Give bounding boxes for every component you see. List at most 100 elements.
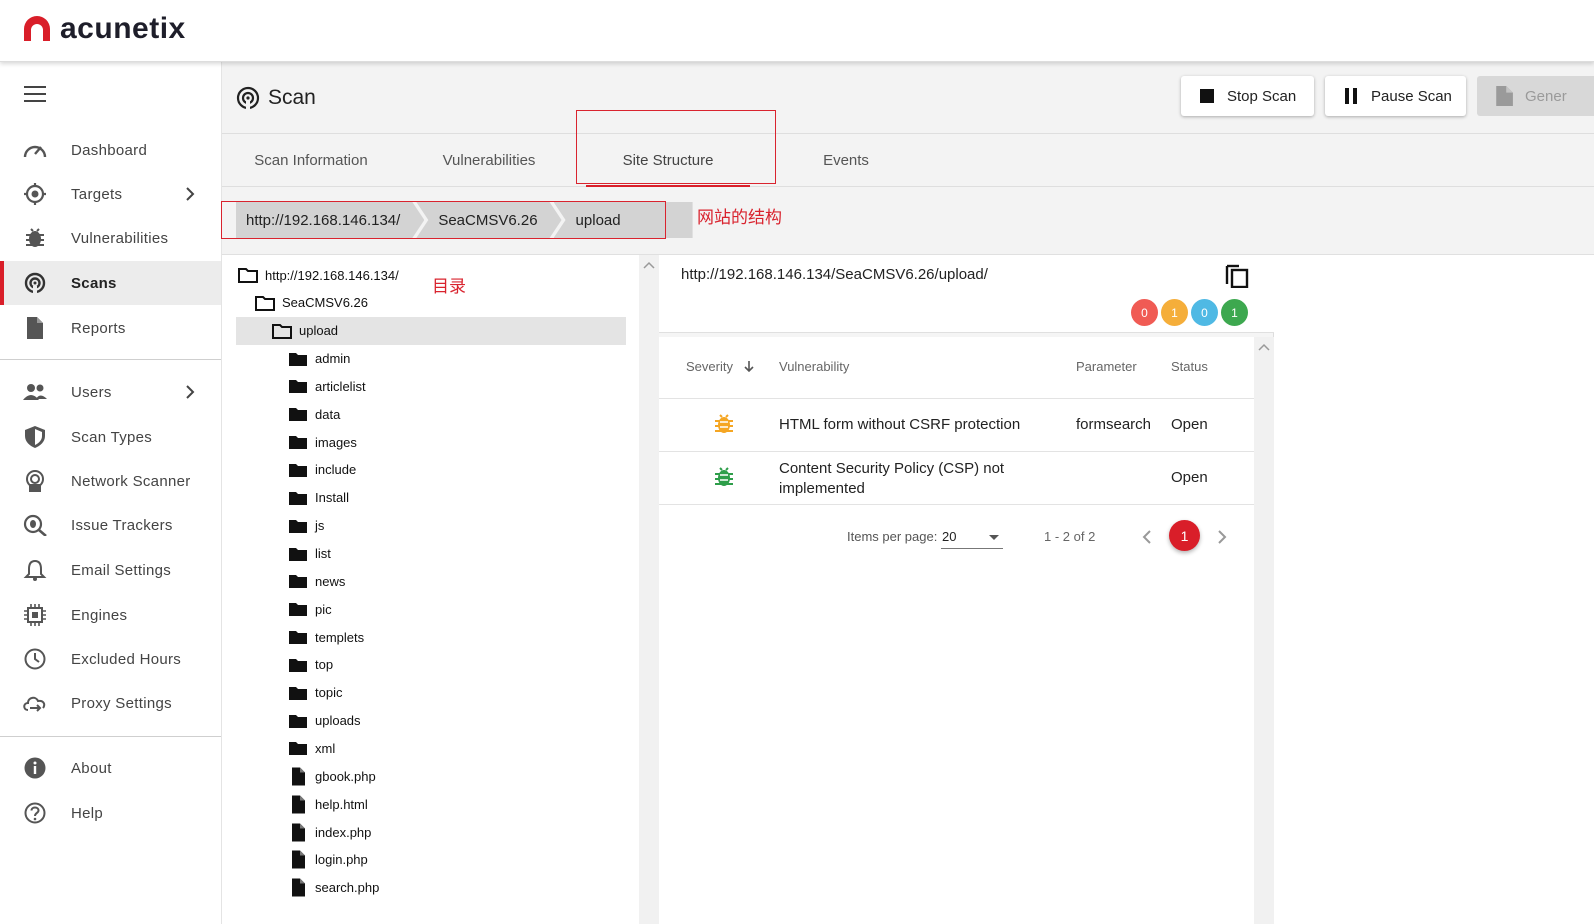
tree-node-label: articlelist bbox=[315, 378, 366, 394]
tree-node-label: index.php bbox=[315, 824, 372, 840]
tree-node-file[interactable]: index.php bbox=[288, 818, 371, 846]
tree-node-label: uploads bbox=[315, 713, 361, 729]
tree-node-folder[interactable]: top bbox=[288, 651, 333, 679]
stop-scan-button[interactable]: Stop Scan bbox=[1181, 76, 1314, 116]
sidebar-item-vulnerabilities[interactable]: Vulnerabilities bbox=[0, 216, 221, 260]
sidebar-item-users[interactable]: Users bbox=[0, 370, 221, 414]
stop-icon bbox=[1200, 89, 1214, 103]
column-status[interactable]: Status bbox=[1171, 359, 1208, 374]
folder-icon bbox=[289, 352, 307, 366]
table-scrollbar[interactable] bbox=[1254, 337, 1274, 924]
generate-report-button[interactable]: Gener bbox=[1477, 76, 1594, 116]
table-row[interactable]: HTML form without CSRF protection formse… bbox=[659, 399, 1254, 452]
tree-node-label: images bbox=[315, 434, 357, 450]
previous-page-icon[interactable] bbox=[1141, 529, 1153, 545]
site-tree: http://192.168.146.134/SeaCMSV6.26 upload… bbox=[222, 255, 639, 924]
sidebar-item-network-scanner[interactable]: Network Scanner bbox=[0, 459, 221, 503]
tree-node-file[interactable]: search.php bbox=[288, 874, 379, 902]
pause-scan-button[interactable]: Pause Scan bbox=[1325, 76, 1466, 116]
breadcrumb-item-root[interactable]: http://192.168.146.134/ bbox=[236, 202, 424, 238]
tree-node-folder[interactable]: Install bbox=[288, 484, 349, 512]
sort-arrow-down-icon[interactable] bbox=[743, 360, 755, 373]
tree-node-label: search.php bbox=[315, 880, 380, 896]
scroll-up-icon[interactable] bbox=[643, 261, 655, 269]
tree-node-folder[interactable]: articlelist bbox=[288, 372, 366, 400]
items-per-page-select[interactable]: 20 bbox=[941, 525, 1003, 549]
chevron-right-icon[interactable] bbox=[184, 384, 196, 400]
column-vulnerability[interactable]: Vulnerability bbox=[779, 359, 849, 374]
tree-node-label: data bbox=[315, 406, 341, 422]
tab-scan-information[interactable]: Scan Information bbox=[222, 134, 400, 187]
tree-node-folder[interactable]: pic bbox=[288, 595, 332, 623]
table-row[interactable]: Content Security Policy (CSP) not implem… bbox=[659, 452, 1254, 505]
breadcrumb-item-upload[interactable]: upload bbox=[553, 202, 693, 238]
tree-node-upload[interactable]: upload bbox=[236, 316, 626, 345]
vulnerability-name[interactable]: Content Security Policy (CSP) not implem… bbox=[779, 459, 1029, 499]
column-parameter[interactable]: Parameter bbox=[1076, 359, 1137, 374]
clock-icon bbox=[24, 648, 46, 670]
next-page-icon[interactable] bbox=[1216, 529, 1228, 545]
sidebar-item-issue-trackers[interactable]: Issue Trackers bbox=[0, 503, 221, 547]
items-per-page-value: 20 bbox=[942, 529, 957, 544]
folder-icon bbox=[289, 436, 307, 450]
tree-node-file[interactable]: help.html bbox=[288, 790, 368, 818]
vulnerability-name[interactable]: HTML form without CSRF protection bbox=[779, 416, 1020, 433]
tree-node-label: gbook.php bbox=[315, 768, 376, 784]
sidebar-item-dashboard[interactable]: Dashboard bbox=[0, 128, 221, 172]
sidebar-item-proxy-settings[interactable]: Proxy Settings bbox=[0, 681, 221, 725]
stop-scan-label: Stop Scan bbox=[1227, 87, 1297, 105]
folder-icon bbox=[289, 547, 307, 561]
sidebar-item-label: Proxy Settings bbox=[71, 694, 172, 712]
sidebar-divider bbox=[0, 359, 221, 360]
tree-node-root[interactable]: http://192.168.146.134/ bbox=[238, 261, 399, 289]
tree-node-folder[interactable]: data bbox=[288, 400, 340, 428]
page-title: Scan bbox=[268, 86, 316, 109]
tree-node-folder[interactable]: xml bbox=[288, 734, 335, 762]
tree-node-label: topic bbox=[315, 685, 343, 701]
sidebar-item-email-settings[interactable]: Email Settings bbox=[0, 548, 221, 592]
acunetix-logo[interactable]: acunetix bbox=[22, 12, 186, 46]
sidebar-item-excluded-hours[interactable]: Excluded Hours bbox=[0, 637, 221, 681]
breadcrumb: http://192.168.146.134/ SeaCMSV6.26 uplo… bbox=[236, 202, 693, 238]
tab-vulnerabilities[interactable]: Vulnerabilities bbox=[400, 134, 578, 187]
chevron-down-icon[interactable] bbox=[989, 535, 999, 540]
sidebar-item-scan-types[interactable]: Scan Types bbox=[0, 415, 221, 459]
tree-scrollbar[interactable] bbox=[639, 255, 659, 924]
sidebar-item-reports[interactable]: Reports bbox=[0, 306, 221, 350]
tree-node-folder[interactable]: news bbox=[288, 567, 345, 595]
tree-node-folder[interactable]: list bbox=[288, 540, 331, 568]
sidebar-item-about[interactable]: About bbox=[0, 746, 221, 790]
column-severity[interactable]: Severity bbox=[686, 359, 755, 374]
tab-site-structure[interactable]: Site Structure bbox=[578, 134, 758, 187]
tree-node-folder[interactable]: js bbox=[288, 512, 324, 540]
tab-label: Vulnerabilities bbox=[442, 152, 536, 169]
current-page-button[interactable]: 1 bbox=[1169, 520, 1200, 551]
tab-events[interactable]: Events bbox=[758, 134, 934, 187]
tree-node-folder[interactable]: images bbox=[288, 428, 357, 456]
chevron-right-icon[interactable] bbox=[184, 186, 196, 202]
annotation-site-structure-note: 网站的结构 bbox=[697, 208, 782, 228]
scroll-up-icon[interactable] bbox=[1258, 343, 1270, 351]
tree-node-folder[interactable]: templets bbox=[288, 623, 364, 651]
copy-icon[interactable] bbox=[1225, 262, 1249, 288]
pause-icon bbox=[1345, 88, 1357, 104]
node-detail-panel: http://192.168.146.134/SeaCMSV6.26/uploa… bbox=[659, 255, 1274, 924]
menu-toggle-icon[interactable] bbox=[24, 86, 46, 102]
tree-node-folder[interactable]: include bbox=[288, 456, 356, 484]
folder-icon bbox=[289, 714, 307, 728]
breadcrumb-item-seacms[interactable]: SeaCMSV6.26 bbox=[416, 202, 561, 238]
tree-node-folder[interactable]: uploads bbox=[288, 707, 361, 735]
tree-node-folder[interactable]: topic bbox=[288, 679, 342, 707]
tree-node-file[interactable]: login.php bbox=[288, 846, 368, 874]
vulnerability-status: Open bbox=[1171, 416, 1208, 433]
bell-icon bbox=[23, 559, 47, 581]
sidebar-item-scans[interactable]: Scans bbox=[0, 261, 221, 305]
severity-medium-count: 1 bbox=[1161, 299, 1188, 326]
tree-node-seacms[interactable]: SeaCMSV6.26 bbox=[255, 289, 368, 317]
severity-counts: 0 1 0 1 bbox=[1131, 299, 1251, 326]
tree-node-file[interactable]: gbook.php bbox=[288, 762, 376, 790]
tree-node-folder[interactable]: admin bbox=[288, 345, 350, 373]
sidebar-item-engines[interactable]: Engines bbox=[0, 593, 221, 637]
sidebar-item-help[interactable]: Help bbox=[0, 791, 221, 835]
sidebar-item-targets[interactable]: Targets bbox=[0, 172, 221, 216]
